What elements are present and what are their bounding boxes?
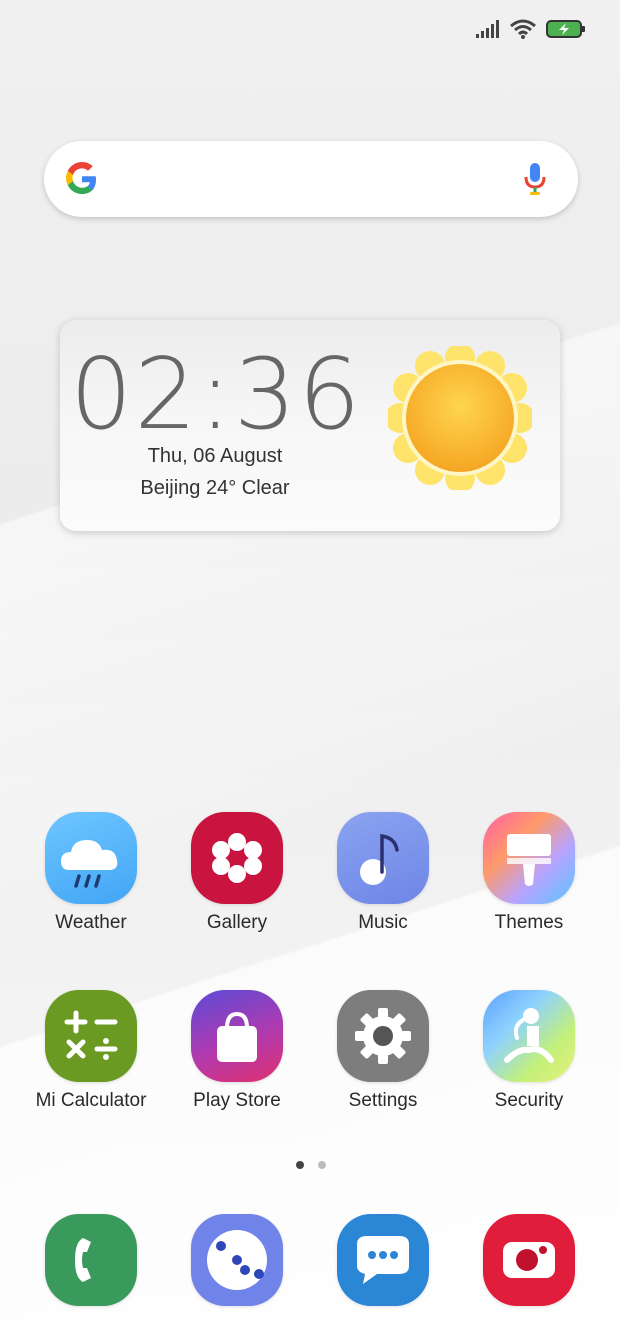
page-dot-current[interactable] bbox=[296, 1161, 304, 1169]
app-weather[interactable]: Weather bbox=[18, 812, 164, 934]
battery-charging-icon bbox=[546, 19, 586, 39]
play-store-icon[interactable] bbox=[191, 990, 283, 1082]
app-music[interactable]: Music bbox=[310, 812, 456, 934]
page-indicator[interactable] bbox=[296, 1161, 326, 1169]
security-icon[interactable] bbox=[483, 990, 575, 1082]
app-label: Settings bbox=[348, 1090, 418, 1111]
app-gallery[interactable]: Gallery bbox=[164, 812, 310, 934]
app-play-store[interactable]: Play Store bbox=[164, 990, 310, 1112]
clock-date: Thu, 06 August bbox=[147, 445, 283, 467]
dock-camera[interactable] bbox=[456, 1214, 602, 1306]
app-label: Music bbox=[358, 912, 408, 933]
clock-time[interactable]: 02:36 bbox=[70, 340, 360, 450]
status-bar bbox=[476, 14, 586, 44]
dock-phone[interactable] bbox=[18, 1214, 164, 1306]
weather-icon[interactable] bbox=[45, 812, 137, 904]
page-dot[interactable] bbox=[318, 1161, 326, 1169]
app-mi-calculator[interactable]: Mi Calculator bbox=[18, 990, 164, 1112]
clock-weather-widget[interactable]: 02:36 Thu, 06 August Beijing 24° Clear bbox=[60, 320, 560, 531]
messaging-icon[interactable] bbox=[337, 1214, 429, 1306]
app-label: Weather bbox=[55, 912, 127, 933]
app-label: Gallery bbox=[206, 912, 268, 933]
browser-icon[interactable] bbox=[191, 1214, 283, 1306]
music-icon[interactable] bbox=[337, 812, 429, 904]
app-label: Security bbox=[494, 1090, 564, 1111]
app-label: Themes bbox=[494, 912, 564, 933]
weather-summary: Beijing 24° Clear bbox=[140, 477, 290, 499]
app-themes[interactable]: Themes bbox=[456, 812, 602, 934]
app-label: Play Store bbox=[193, 1090, 281, 1111]
google-search-bar[interactable] bbox=[44, 141, 578, 217]
sun-icon bbox=[385, 343, 535, 495]
dock-browser[interactable] bbox=[164, 1214, 310, 1306]
camera-icon[interactable] bbox=[483, 1214, 575, 1306]
mic-icon[interactable] bbox=[524, 162, 546, 201]
phone-icon[interactable] bbox=[45, 1214, 137, 1306]
wifi-icon bbox=[510, 19, 536, 39]
dock-messaging[interactable] bbox=[310, 1214, 456, 1306]
gallery-icon[interactable] bbox=[191, 812, 283, 904]
settings-icon[interactable] bbox=[337, 990, 429, 1082]
app-label: Mi Calculator bbox=[35, 1090, 147, 1111]
calculator-icon[interactable] bbox=[45, 990, 137, 1082]
signal-icon bbox=[476, 20, 500, 38]
themes-icon[interactable] bbox=[483, 812, 575, 904]
google-g-icon[interactable] bbox=[64, 161, 100, 202]
app-settings[interactable]: Settings bbox=[310, 990, 456, 1112]
app-security[interactable]: Security bbox=[456, 990, 602, 1112]
